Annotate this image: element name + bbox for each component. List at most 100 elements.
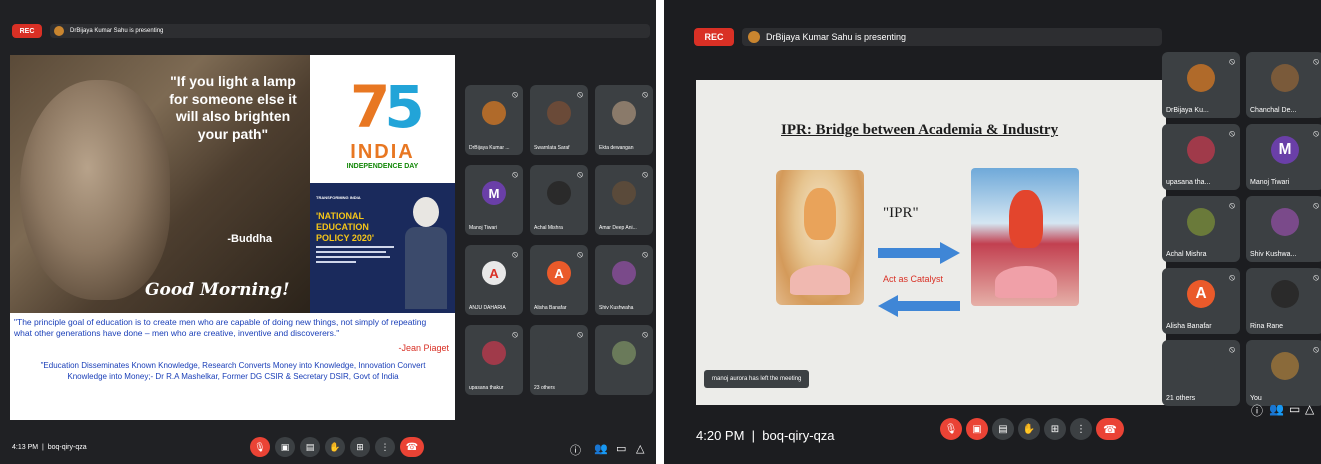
participant-avatar xyxy=(612,341,636,365)
people-icon[interactable]: 👥 xyxy=(1269,402,1284,416)
more-options-button[interactable]: ⋮ xyxy=(375,437,395,457)
rec-badge: REC xyxy=(12,24,42,38)
mic-off-icon: ⦸ xyxy=(577,329,583,339)
camera-button[interactable]: ▣ xyxy=(275,437,295,457)
right-meet-window: REC DrBijaya Kumar Sahu is presenting IP… xyxy=(664,0,1321,464)
hang-up-button[interactable]: ☎ xyxy=(1096,418,1124,440)
lakshmi-image xyxy=(971,168,1079,306)
presenter-avatar xyxy=(54,26,64,36)
participant-tile[interactable]: ⦸ Achal Mishra xyxy=(530,165,588,235)
nep-banner: TRANSFORMING INDIA 'NATIONAL EDUCATION P… xyxy=(310,183,455,313)
more-options-icon: ⋮ xyxy=(1076,423,1086,435)
participant-name: Chanchal De... xyxy=(1250,107,1297,114)
mic-off-icon: ⦸ xyxy=(577,249,583,259)
participant-avatar: M xyxy=(482,181,506,205)
participant-tile[interactable]: ⦸ 23 others xyxy=(530,325,588,395)
participant-avatar xyxy=(482,101,506,125)
people-icon[interactable]: 👥 xyxy=(594,442,608,455)
participant-tile[interactable]: ⦸ upasana thakur xyxy=(465,325,523,395)
raise-hand-button[interactable]: ✋ xyxy=(1018,418,1040,440)
participant-tile[interactable]: ⦸ Rina Rane xyxy=(1246,268,1321,334)
participant-tile[interactable]: ⦸ You xyxy=(1246,340,1321,406)
slide-title: IPR: Bridge between Academia & Industry xyxy=(781,122,1059,138)
meeting-info: 4:20 PM | boq-qiry-qza xyxy=(696,428,835,443)
mic-button[interactable]: 🎙 xyxy=(940,418,962,440)
person-image xyxy=(405,197,447,309)
participant-tile[interactable]: ⦸ Chanchal De... xyxy=(1246,52,1321,118)
participant-tile[interactable]: A ⦸ Alisha Banafar xyxy=(1162,268,1240,334)
present-screen-icon: ⊞ xyxy=(356,441,364,452)
participant-avatar xyxy=(482,341,506,365)
participant-avatar xyxy=(612,181,636,205)
participant-tile[interactable]: M ⦸ Manoj Tiwari xyxy=(465,165,523,235)
participant-avatar xyxy=(1187,352,1215,381)
buddha-image: "If you light a lamp for someone else it… xyxy=(10,55,310,313)
participant-name: ANJU DAHARIA xyxy=(469,305,506,311)
mic-button[interactable]: 🎙 xyxy=(250,437,270,457)
participant-name: Achal Mishra xyxy=(1166,251,1207,258)
participant-tile[interactable]: ⦸ Shiv Kushwa... xyxy=(1246,196,1321,262)
piaget-quote: "The principle goal of education is to c… xyxy=(14,317,427,339)
participant-tile[interactable]: A ⦸ ANJU DAHARIA xyxy=(465,245,523,315)
participant-tile[interactable]: ⦸ Achal Mishra xyxy=(1162,196,1240,262)
mic-off-icon: ⦸ xyxy=(1313,128,1319,138)
participant-tile[interactable]: ⦸ Shiv Kushwaha xyxy=(595,245,653,315)
mic-off-icon: ⦸ xyxy=(642,329,648,339)
participant-name: Rina Rane xyxy=(1250,323,1284,330)
meeting-code: boq-qiry-qza xyxy=(47,444,87,451)
participant-name: DrBijaya Kumar ... xyxy=(469,145,510,151)
presenter-avatar xyxy=(748,31,760,43)
mic-off-icon: ⦸ xyxy=(642,89,648,99)
activities-icon[interactable]: △ xyxy=(1305,402,1314,416)
mic-off-icon: ⦸ xyxy=(642,249,648,259)
participant-tile[interactable]: ⦸ xyxy=(595,325,653,395)
mic-off-icon: ⦸ xyxy=(1313,56,1319,66)
participant-tile[interactable]: ⦸ Swarnlata Saraf xyxy=(530,85,588,155)
presenting-banner: DrBijaya Kumar Sahu is presenting xyxy=(50,24,650,38)
camera-icon: ▣ xyxy=(280,441,290,452)
saraswati-image xyxy=(776,170,864,305)
participant-tile[interactable]: A ⦸ Alisha Banafar xyxy=(530,245,588,315)
present-screen-icon: ⊞ xyxy=(1050,423,1060,435)
participant-name: upasana tha... xyxy=(1166,179,1211,186)
participant-tile[interactable]: ⦸ Amar Deep Ani... xyxy=(595,165,653,235)
rec-label: REC xyxy=(19,27,35,35)
participant-tile[interactable]: ⦸ 21 others xyxy=(1162,340,1240,406)
captions-button[interactable]: ▤ xyxy=(992,418,1014,440)
participant-name: 23 others xyxy=(534,385,555,391)
more-options-button[interactable]: ⋮ xyxy=(1070,418,1092,440)
captions-button[interactable]: ▤ xyxy=(300,437,320,457)
present-button[interactable]: ⊞ xyxy=(1044,418,1066,440)
chat-icon[interactable]: ▭ xyxy=(1289,402,1300,416)
hang-up-button[interactable]: ☎ xyxy=(400,437,424,457)
participant-tile[interactable]: M ⦸ Manoj Tiwari xyxy=(1246,124,1321,190)
camera-button[interactable]: ▣ xyxy=(966,418,988,440)
participant-avatar xyxy=(612,101,636,125)
captions-icon: ▤ xyxy=(305,441,315,452)
participant-avatar xyxy=(1271,280,1299,309)
participant-tile[interactable]: ⦸ DrBijaya Ku... xyxy=(1162,52,1240,118)
participant-tile[interactable]: ⦸ DrBijaya Kumar ... xyxy=(465,85,523,155)
info-icon[interactable]: ⓘ xyxy=(570,442,581,458)
activities-icon[interactable]: △ xyxy=(636,442,644,455)
present-button[interactable]: ⊞ xyxy=(350,437,370,457)
raise-hand-icon: ✋ xyxy=(1022,423,1036,435)
rec-label: REC xyxy=(704,32,724,42)
nep-small-text: TRANSFORMING INDIA xyxy=(316,195,361,200)
mic-off-icon: ⦸ xyxy=(512,169,518,179)
raise-hand-button[interactable]: ✋ xyxy=(325,437,345,457)
presenting-text: DrBijaya Kumar Sahu is presenting xyxy=(766,32,907,42)
participant-name: Shiv Kushwa... xyxy=(1250,251,1297,258)
participant-tile[interactable]: ⦸ Ekta dewangan xyxy=(595,85,653,155)
info-icon[interactable]: ⓘ xyxy=(1251,402,1263,419)
mashelkar-quote: "Education Disseminates Known Knowledge,… xyxy=(40,361,426,381)
meeting-info: 4:13 PM | boq-qiry-qza xyxy=(12,444,87,451)
participant-tile[interactable]: ⦸ upasana tha... xyxy=(1162,124,1240,190)
participant-name: upasana thakur xyxy=(469,385,504,391)
chat-icon[interactable]: ▭ xyxy=(616,442,626,455)
arrow-right-icon xyxy=(878,242,960,264)
buddha-face xyxy=(20,80,170,300)
participant-avatar xyxy=(547,181,571,205)
shared-slide: "If you light a lamp for someone else it… xyxy=(10,55,455,420)
participant-name: Ekta dewangan xyxy=(599,145,634,151)
